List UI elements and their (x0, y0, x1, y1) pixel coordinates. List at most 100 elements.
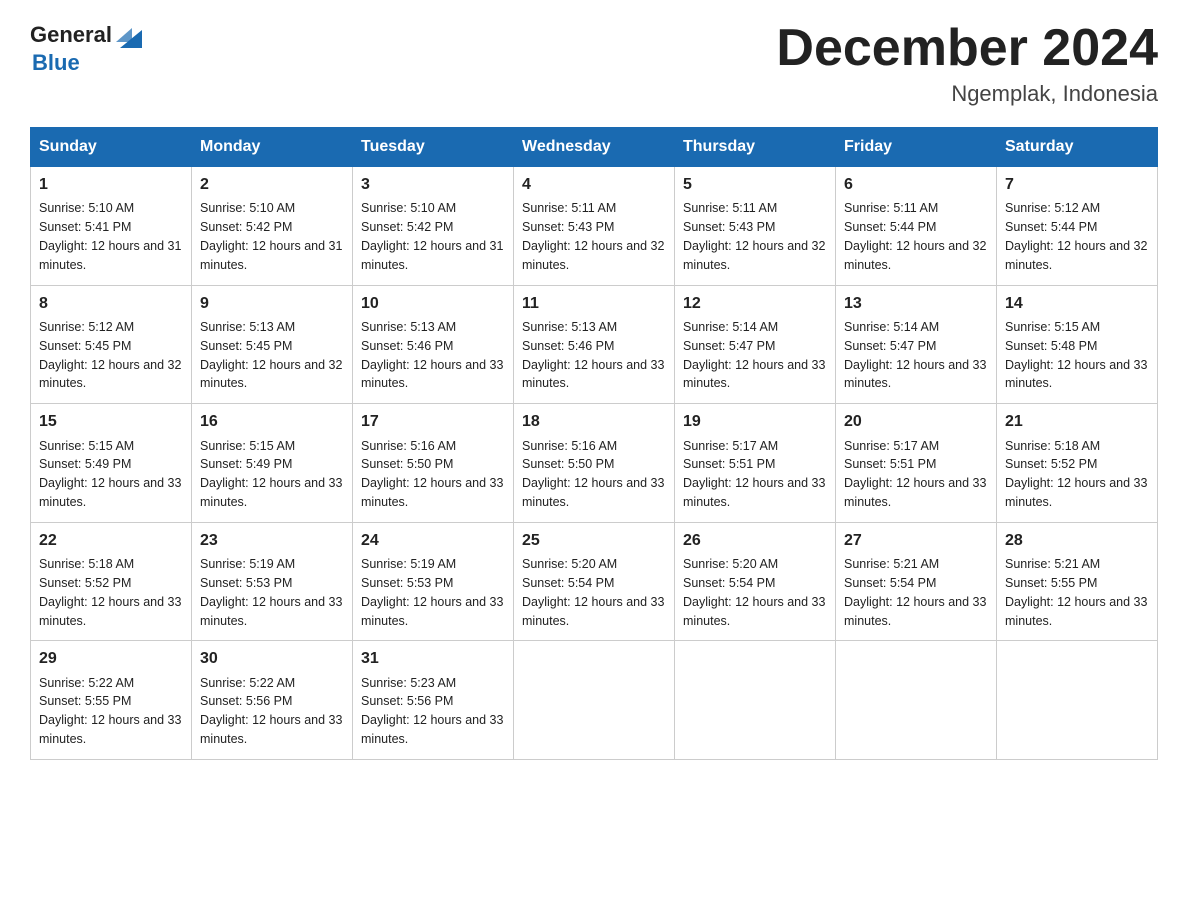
day-number: 15 (39, 410, 183, 433)
calendar-cell: 10 Sunrise: 5:13 AMSunset: 5:46 PMDayligh… (353, 285, 514, 404)
calendar-cell: 3Sunrise: 5:10 AMSunset: 5:42 PMDaylight… (353, 167, 514, 286)
day-number: 23 (200, 529, 344, 552)
day-info: Sunrise: 5:18 AMSunset: 5:52 PMDaylight:… (39, 557, 181, 628)
calendar-cell: 2Sunrise: 5:10 AMSunset: 5:42 PMDaylight… (192, 167, 353, 286)
calendar-cell: 21 Sunrise: 5:18 AMSunset: 5:52 PMDayligh… (997, 404, 1158, 523)
calendar-cell: 9 Sunrise: 5:13 AMSunset: 5:45 PMDaylight… (192, 285, 353, 404)
day-number: 14 (1005, 292, 1149, 315)
day-info: Sunrise: 5:17 AMSunset: 5:51 PMDaylight:… (683, 439, 825, 510)
calendar-cell: 20 Sunrise: 5:17 AMSunset: 5:51 PMDayligh… (836, 404, 997, 523)
calendar-cell: 31Sunrise: 5:23 AMSunset: 5:56 PMDayligh… (353, 641, 514, 760)
calendar-header-row: Sunday Monday Tuesday Wednesday Thursday… (31, 128, 1158, 167)
logo-general-text: General (30, 22, 112, 48)
day-info: Sunrise: 5:19 AMSunset: 5:53 PMDaylight:… (200, 557, 342, 628)
page-header: General Blue December 2024 Ngemplak, Ind… (30, 20, 1158, 107)
day-info: Sunrise: 5:16 AMSunset: 5:50 PMDaylight:… (522, 439, 664, 510)
day-info: Sunrise: 5:11 AMSunset: 5:43 PMDaylight:… (683, 201, 825, 272)
day-number: 11 (522, 292, 666, 315)
calendar-cell: 8 Sunrise: 5:12 AMSunset: 5:45 PMDaylight… (31, 285, 192, 404)
day-info: Sunrise: 5:22 AMSunset: 5:56 PMDaylight:… (200, 676, 342, 747)
col-thursday: Thursday (675, 128, 836, 167)
day-info: Sunrise: 5:21 AMSunset: 5:54 PMDaylight:… (844, 557, 986, 628)
day-info: Sunrise: 5:12 AMSunset: 5:45 PMDaylight:… (39, 320, 181, 391)
col-monday: Monday (192, 128, 353, 167)
day-info: Sunrise: 5:21 AMSunset: 5:55 PMDaylight:… (1005, 557, 1147, 628)
day-info: Sunrise: 5:23 AMSunset: 5:56 PMDaylight:… (361, 676, 503, 747)
calendar-cell: 15 Sunrise: 5:15 AMSunset: 5:49 PMDayligh… (31, 404, 192, 523)
col-friday: Friday (836, 128, 997, 167)
day-info: Sunrise: 5:10 AMSunset: 5:42 PMDaylight:… (200, 201, 342, 272)
day-info: Sunrise: 5:15 AMSunset: 5:49 PMDaylight:… (39, 439, 181, 510)
day-number: 13 (844, 292, 988, 315)
calendar-cell: 29Sunrise: 5:22 AMSunset: 5:55 PMDayligh… (31, 641, 192, 760)
calendar-cell: 19 Sunrise: 5:17 AMSunset: 5:51 PMDayligh… (675, 404, 836, 523)
col-sunday: Sunday (31, 128, 192, 167)
week-row-2: 8 Sunrise: 5:12 AMSunset: 5:45 PMDaylight… (31, 285, 1158, 404)
calendar-table: Sunday Monday Tuesday Wednesday Thursday… (30, 127, 1158, 760)
calendar-cell: 5 Sunrise: 5:11 AMSunset: 5:43 PMDaylight… (675, 167, 836, 286)
calendar-cell: 22 Sunrise: 5:18 AMSunset: 5:52 PMDayligh… (31, 522, 192, 641)
calendar-cell: 4 Sunrise: 5:11 AMSunset: 5:43 PMDaylight… (514, 167, 675, 286)
calendar-cell: 7 Sunrise: 5:12 AMSunset: 5:44 PMDaylight… (997, 167, 1158, 286)
week-row-5: 29Sunrise: 5:22 AMSunset: 5:55 PMDayligh… (31, 641, 1158, 760)
day-info: Sunrise: 5:13 AMSunset: 5:45 PMDaylight:… (200, 320, 342, 391)
day-info: Sunrise: 5:17 AMSunset: 5:51 PMDaylight:… (844, 439, 986, 510)
week-row-1: 1 Sunrise: 5:10 AMSunset: 5:41 PMDaylight… (31, 167, 1158, 286)
col-saturday: Saturday (997, 128, 1158, 167)
title-block: December 2024 Ngemplak, Indonesia (776, 20, 1158, 107)
day-number: 8 (39, 292, 183, 315)
day-number: 29 (39, 647, 183, 670)
day-number: 19 (683, 410, 827, 433)
calendar-cell (675, 641, 836, 760)
day-number: 4 (522, 173, 666, 196)
day-info: Sunrise: 5:12 AMSunset: 5:44 PMDaylight:… (1005, 201, 1147, 272)
day-number: 21 (1005, 410, 1149, 433)
day-number: 1 (39, 173, 183, 196)
day-number: 10 (361, 292, 505, 315)
logo-triangle-icon (114, 20, 144, 50)
day-number: 25 (522, 529, 666, 552)
calendar-cell: 16 Sunrise: 5:15 AMSunset: 5:49 PMDayligh… (192, 404, 353, 523)
calendar-cell: 6Sunrise: 5:11 AMSunset: 5:44 PMDaylight… (836, 167, 997, 286)
day-info: Sunrise: 5:13 AMSunset: 5:46 PMDaylight:… (361, 320, 503, 391)
calendar-cell: 13Sunrise: 5:14 AMSunset: 5:47 PMDayligh… (836, 285, 997, 404)
day-info: Sunrise: 5:14 AMSunset: 5:47 PMDaylight:… (683, 320, 825, 391)
calendar-cell: 26Sunrise: 5:20 AMSunset: 5:54 PMDayligh… (675, 522, 836, 641)
day-number: 9 (200, 292, 344, 315)
day-number: 30 (200, 647, 344, 670)
calendar-cell: 11Sunrise: 5:13 AMSunset: 5:46 PMDayligh… (514, 285, 675, 404)
logo-blue-text: Blue (32, 50, 80, 76)
day-number: 16 (200, 410, 344, 433)
day-info: Sunrise: 5:20 AMSunset: 5:54 PMDaylight:… (683, 557, 825, 628)
day-info: Sunrise: 5:11 AMSunset: 5:43 PMDaylight:… (522, 201, 664, 272)
day-info: Sunrise: 5:15 AMSunset: 5:49 PMDaylight:… (200, 439, 342, 510)
day-number: 22 (39, 529, 183, 552)
day-number: 24 (361, 529, 505, 552)
day-number: 20 (844, 410, 988, 433)
day-info: Sunrise: 5:11 AMSunset: 5:44 PMDaylight:… (844, 201, 986, 272)
day-info: Sunrise: 5:20 AMSunset: 5:54 PMDaylight:… (522, 557, 664, 628)
month-title: December 2024 (776, 20, 1158, 77)
day-number: 3 (361, 173, 505, 196)
calendar-cell: 27 Sunrise: 5:21 AMSunset: 5:54 PMDayligh… (836, 522, 997, 641)
calendar-cell (836, 641, 997, 760)
day-number: 5 (683, 173, 827, 196)
day-info: Sunrise: 5:15 AMSunset: 5:48 PMDaylight:… (1005, 320, 1147, 391)
calendar-cell: 28Sunrise: 5:21 AMSunset: 5:55 PMDayligh… (997, 522, 1158, 641)
day-number: 27 (844, 529, 988, 552)
calendar-cell: 1 Sunrise: 5:10 AMSunset: 5:41 PMDaylight… (31, 167, 192, 286)
col-tuesday: Tuesday (353, 128, 514, 167)
day-info: Sunrise: 5:16 AMSunset: 5:50 PMDaylight:… (361, 439, 503, 510)
calendar-cell: 14 Sunrise: 5:15 AMSunset: 5:48 PMDayligh… (997, 285, 1158, 404)
calendar-cell: 12 Sunrise: 5:14 AMSunset: 5:47 PMDayligh… (675, 285, 836, 404)
week-row-3: 15 Sunrise: 5:15 AMSunset: 5:49 PMDayligh… (31, 404, 1158, 523)
day-number: 12 (683, 292, 827, 315)
day-number: 7 (1005, 173, 1149, 196)
calendar-cell: 23 Sunrise: 5:19 AMSunset: 5:53 PMDayligh… (192, 522, 353, 641)
day-info: Sunrise: 5:18 AMSunset: 5:52 PMDaylight:… (1005, 439, 1147, 510)
calendar-cell: 25 Sunrise: 5:20 AMSunset: 5:54 PMDayligh… (514, 522, 675, 641)
calendar-cell (997, 641, 1158, 760)
day-number: 18 (522, 410, 666, 433)
day-info: Sunrise: 5:10 AMSunset: 5:41 PMDaylight:… (39, 201, 181, 272)
location-subtitle: Ngemplak, Indonesia (776, 81, 1158, 107)
